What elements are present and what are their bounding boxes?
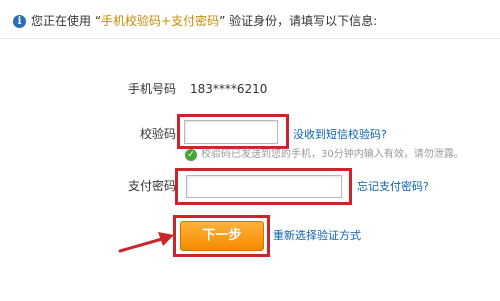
- reselect-method-link[interactable]: 重新选择验证方式: [273, 229, 361, 243]
- phone-number: 183****6210: [190, 82, 268, 96]
- identity-notice: i 您正在使用 “手机校验码+支付密码” 验证身份，请填写以下信息:: [0, 0, 500, 36]
- notice-suffix: ” 验证身份，请填写以下信息:: [219, 14, 378, 28]
- info-icon: i: [13, 15, 26, 28]
- verification-method: 手机校验码+支付密码: [101, 14, 220, 28]
- next-step-button[interactable]: 下一步: [180, 221, 264, 251]
- red-arrow-annotation: [118, 232, 174, 253]
- code-input[interactable]: [185, 121, 277, 143]
- forgot-pay-password-link[interactable]: 忘记支付密码?: [357, 180, 429, 194]
- notice-prefix: 您正在使用 “: [31, 14, 102, 28]
- code-field[interactable]: [184, 120, 278, 144]
- pay-password-label: 支付密码: [128, 179, 177, 193]
- divider: [0, 38, 500, 39]
- code-hint-text: 校验码已发送到您的手机，30分钟内输入有效，请勿泄露。: [201, 149, 464, 160]
- pay-password-field[interactable]: [186, 175, 342, 198]
- code-label: 校验码: [140, 127, 177, 141]
- phone-label: 手机号码: [128, 82, 177, 96]
- no-sms-code-link[interactable]: 没收到短信校验码?: [293, 128, 387, 142]
- check-icon: ✓: [185, 149, 197, 161]
- notice-text: 您正在使用 “手机校验码+支付密码” 验证身份，请填写以下信息:: [31, 12, 377, 30]
- pay-password-input[interactable]: [187, 176, 341, 198]
